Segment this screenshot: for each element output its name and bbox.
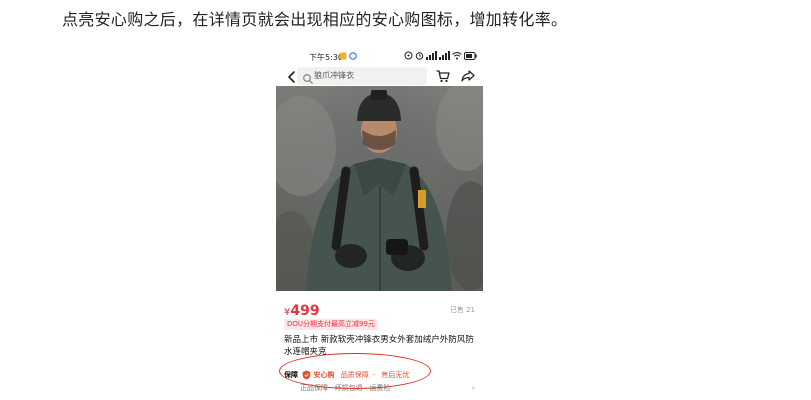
- promo-badge[interactable]: DOU分期支付最高立减99元: [284, 319, 378, 330]
- product-photo-illustration: [276, 86, 483, 291]
- separator-dot: ·: [372, 371, 376, 379]
- search-placeholder: 狼爪冲锋衣: [314, 71, 354, 80]
- chevron-right-icon[interactable]: ›: [472, 383, 475, 392]
- guarantee-label: 保障: [284, 371, 298, 379]
- search-input[interactable]: 狼爪冲锋衣: [297, 67, 427, 85]
- guarantee-row[interactable]: 保障 安心购 品质保障 · 售后无忧: [284, 369, 409, 381]
- product-price: ¥499: [284, 300, 320, 319]
- sold-count: 已售 21: [449, 306, 475, 314]
- product-title: 新品上市 新款软壳冲锋衣男女外套加绒户外防风防水连帽夹克: [284, 335, 474, 357]
- cart-icon[interactable]: [435, 68, 451, 84]
- notification-icon: [339, 51, 347, 60]
- search-icon: [302, 70, 314, 84]
- bluetooth-icon: [404, 51, 413, 60]
- article-heading: 点亮安心购之后，在详情页就会出现相应的安心购图标，增加转化率。: [62, 10, 568, 29]
- guarantee-item-quality: 品质保障: [340, 371, 369, 379]
- shield-icon: [302, 370, 311, 380]
- status-time: 下午5:30: [309, 53, 343, 62]
- anxinggou-brand: 安心购: [313, 371, 335, 379]
- alarm-icon: [415, 51, 424, 60]
- signal-icon: [426, 51, 437, 60]
- service-row[interactable]: 正品保障 · 坏损包退 · 运费险: [300, 383, 390, 393]
- battery-icon: [464, 51, 477, 60]
- phone-screenshot: 下午5:30 狼爪冲锋衣 ¥499 已售 21 DOU分期支付最高立减99元 新…: [276, 48, 483, 400]
- guarantee-item-aftersale: 售后无忧: [381, 371, 410, 379]
- signal-icon-2: [439, 51, 450, 60]
- product-image[interactable]: ●●●●●: [276, 86, 483, 291]
- share-icon[interactable]: [460, 68, 476, 84]
- status-bar: 下午5:30: [276, 48, 483, 66]
- app-icon: [349, 51, 357, 60]
- wifi-icon: [452, 51, 462, 60]
- top-bar: 狼爪冲锋衣: [276, 67, 483, 87]
- price-value: 499: [290, 303, 320, 319]
